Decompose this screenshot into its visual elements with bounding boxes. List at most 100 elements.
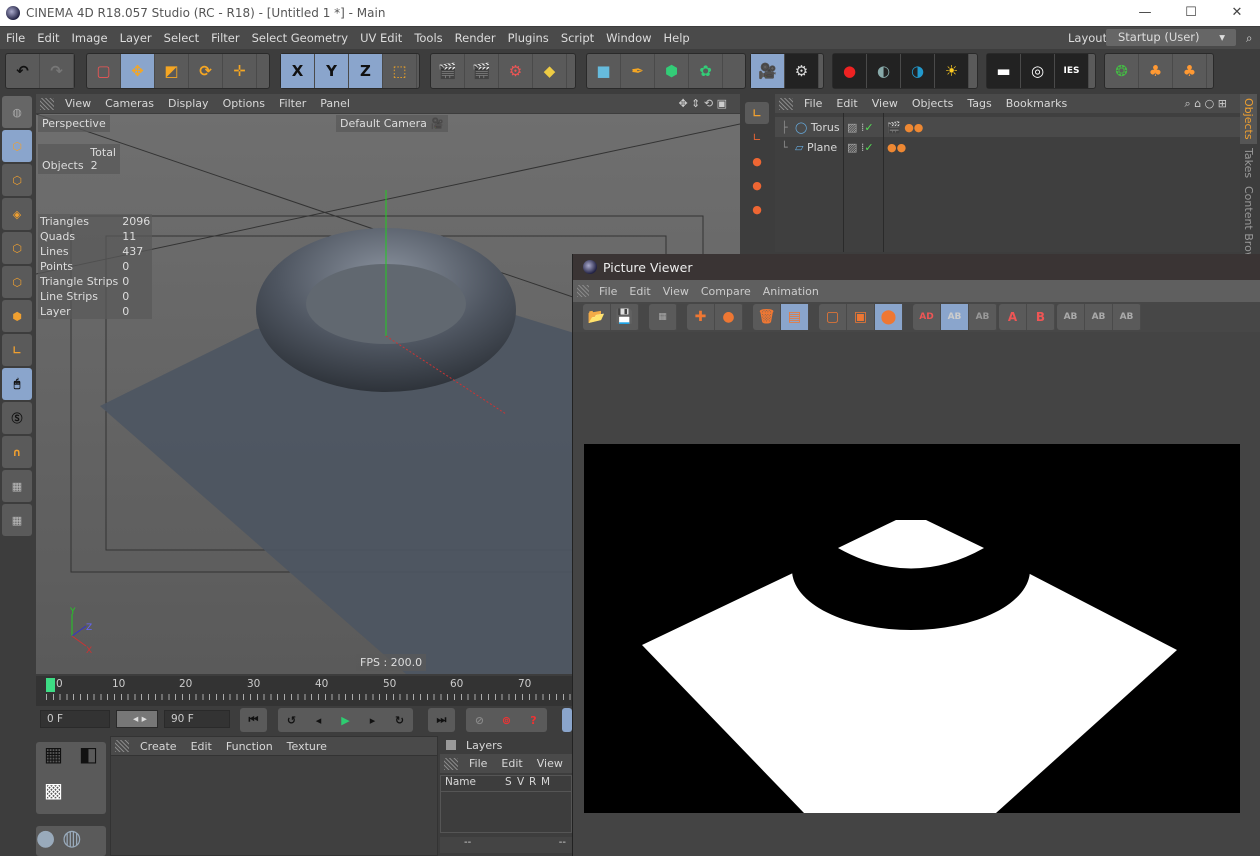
om-menu-tags[interactable]: Tags xyxy=(960,97,998,110)
menu-uv-edit[interactable]: UV Edit xyxy=(354,31,408,45)
current-frame-marker[interactable] xyxy=(46,678,55,692)
render-to-picture-viewer-icon[interactable]: 🎬 xyxy=(465,54,499,88)
column-render[interactable]: R xyxy=(529,776,541,791)
render-view-icon[interactable]: 🎬 xyxy=(431,54,465,88)
ies-light-icon[interactable]: IES xyxy=(1055,54,1089,88)
viewport-menu-view[interactable]: View xyxy=(58,97,98,110)
sun-light-icon[interactable]: ☀ xyxy=(935,54,969,88)
compare-mode-2-button[interactable]: AB xyxy=(1085,304,1113,330)
grid-view-icon[interactable]: ▦ xyxy=(36,742,71,778)
menu-edit[interactable]: Edit xyxy=(31,31,65,45)
om-menu-file[interactable]: File xyxy=(797,97,829,110)
record-keys-icon[interactable]: ⊘ xyxy=(466,708,493,732)
compare-ab-split-button[interactable]: AB xyxy=(969,304,997,330)
import-icon[interactable]: ● xyxy=(715,304,743,330)
view-frame-a-icon[interactable]: ▢ xyxy=(819,304,847,330)
delete-image-icon[interactable]: 🗑 xyxy=(753,304,781,330)
checker-icon[interactable]: ▩ xyxy=(36,778,71,814)
grip-handle[interactable] xyxy=(115,740,129,752)
column-solo[interactable]: S xyxy=(505,776,517,791)
pv-menu-edit[interactable]: Edit xyxy=(623,285,656,298)
mat-menu-edit[interactable]: Edit xyxy=(184,740,219,753)
render-settings-icon[interactable]: ⚙ xyxy=(499,54,533,88)
x-axis-lock-icon[interactable]: X xyxy=(281,54,315,88)
lock-workplane-icon[interactable]: ▦ xyxy=(2,470,32,502)
next-key-icon[interactable]: ↻ xyxy=(386,708,413,732)
pv-menu-file[interactable]: File xyxy=(593,285,623,298)
mat-menu-create[interactable]: Create xyxy=(133,740,184,753)
start-frame-field[interactable]: 0 F xyxy=(40,710,110,728)
compare-mode-1-button[interactable]: AB xyxy=(1057,304,1085,330)
previous-frame-icon[interactable]: ◂ xyxy=(305,708,332,732)
tag-icon[interactable]: ∟ xyxy=(745,102,769,124)
live-selection-icon[interactable]: ▢ xyxy=(87,54,121,88)
z-axis-lock-icon[interactable]: Z xyxy=(349,54,383,88)
polygons-mode-icon[interactable]: ⬢ xyxy=(2,300,32,332)
menu-plugins[interactable]: Plugins xyxy=(502,31,555,45)
object-name[interactable]: Plane xyxy=(807,141,837,154)
menu-layer[interactable]: Layer xyxy=(114,31,158,45)
snap-icon[interactable]: Ⓢ xyxy=(2,402,32,434)
material-preview-buttons[interactable]: ● ◍ xyxy=(36,826,106,856)
play-icon[interactable]: ▶ xyxy=(332,708,359,732)
layers-menu-edit[interactable]: Edit xyxy=(494,757,529,770)
target-light-icon[interactable]: ◎ xyxy=(1021,54,1055,88)
viewport-menu-filter[interactable]: Filter xyxy=(272,97,313,110)
viewport-menu-display[interactable]: Display xyxy=(161,97,216,110)
settings-gear-icon[interactable]: ⚙ xyxy=(785,54,819,88)
pv-menu-view[interactable]: View xyxy=(657,285,695,298)
coordinate-system-icon[interactable]: ⬚ xyxy=(383,54,417,88)
edges-mode-icon[interactable]: ⬡ xyxy=(2,266,32,298)
layers-list[interactable]: Name S V R M xyxy=(440,775,572,833)
tree-2-icon[interactable]: ♣ xyxy=(1173,54,1207,88)
move-tool-icon[interactable]: ✥ xyxy=(121,54,155,88)
column-manager[interactable]: M xyxy=(541,776,553,791)
next-frame-icon[interactable]: ▸ xyxy=(359,708,386,732)
mograph-icon[interactable]: ❂ xyxy=(1105,54,1139,88)
viewport-name[interactable]: Perspective xyxy=(38,115,110,132)
world-grid-icon[interactable]: ◍ xyxy=(2,96,32,128)
object-tags[interactable]: ●● xyxy=(887,141,906,154)
scene-camera-icon[interactable]: 🎥 xyxy=(751,54,785,88)
layout-icon[interactable]: ◧ xyxy=(71,742,106,778)
mat-menu-function[interactable]: Function xyxy=(219,740,280,753)
light-icon[interactable]: ◐ xyxy=(867,54,901,88)
rotate-tool-icon[interactable]: ⟳ xyxy=(189,54,223,88)
om-menu-view[interactable]: View xyxy=(865,97,905,110)
menu-window[interactable]: Window xyxy=(600,31,657,45)
object-name[interactable]: Torus xyxy=(811,121,840,134)
pv-menu-animation[interactable]: Animation xyxy=(757,285,825,298)
cube-primitive-icon[interactable]: ■ xyxy=(587,54,621,88)
close-button[interactable]: ✕ xyxy=(1214,0,1260,26)
om-menu-edit[interactable]: Edit xyxy=(829,97,864,110)
object-tags[interactable]: 🎬 ●● xyxy=(887,121,923,134)
pv-menu-compare[interactable]: Compare xyxy=(695,285,757,298)
layers-menu-view[interactable]: View xyxy=(530,757,570,770)
grip-handle[interactable] xyxy=(40,97,54,110)
y-axis-lock-icon[interactable]: Y xyxy=(315,54,349,88)
save-icon[interactable]: 💾 xyxy=(611,304,639,330)
viewport-menu-panel[interactable]: Panel xyxy=(313,97,357,110)
workplane-icon[interactable]: ◈ xyxy=(2,198,32,230)
sphere-icon[interactable]: ● ◍ xyxy=(36,826,81,851)
menu-filter[interactable]: Filter xyxy=(205,31,245,45)
image-layers-icon[interactable]: ▤ xyxy=(781,304,809,330)
tab-objects[interactable]: Objects xyxy=(1240,94,1257,144)
search-icon[interactable]: ⌕ xyxy=(1240,31,1258,46)
frame-range-slider[interactable]: ◂ ▸ xyxy=(116,710,158,728)
om-toolbar-icons[interactable]: ⌕ ⌂ ○ ⊞ xyxy=(1178,97,1234,111)
tab-takes[interactable]: Takes xyxy=(1240,144,1257,182)
visibility-toggle[interactable]: ▨ ⁞✓ xyxy=(847,141,874,154)
points-mode-icon[interactable]: ⬡ xyxy=(2,232,32,264)
set-b-button[interactable]: B xyxy=(1027,304,1055,330)
tree-icon[interactable]: ♣ xyxy=(1139,54,1173,88)
keyframe-selection-icon[interactable]: ? xyxy=(520,708,547,732)
go-to-start-icon[interactable]: ⏮ xyxy=(240,708,267,732)
column-name[interactable]: Name xyxy=(441,776,505,791)
add-to-history-icon[interactable]: ✚ xyxy=(687,304,715,330)
axis-mode-icon[interactable]: ∟ xyxy=(2,334,32,366)
pen-spline-icon[interactable]: ✒ xyxy=(621,54,655,88)
view-frame-b-icon[interactable]: ▣ xyxy=(847,304,875,330)
grip-handle[interactable] xyxy=(444,757,458,770)
tweak-mode-icon[interactable]: 🖱 xyxy=(2,368,32,400)
